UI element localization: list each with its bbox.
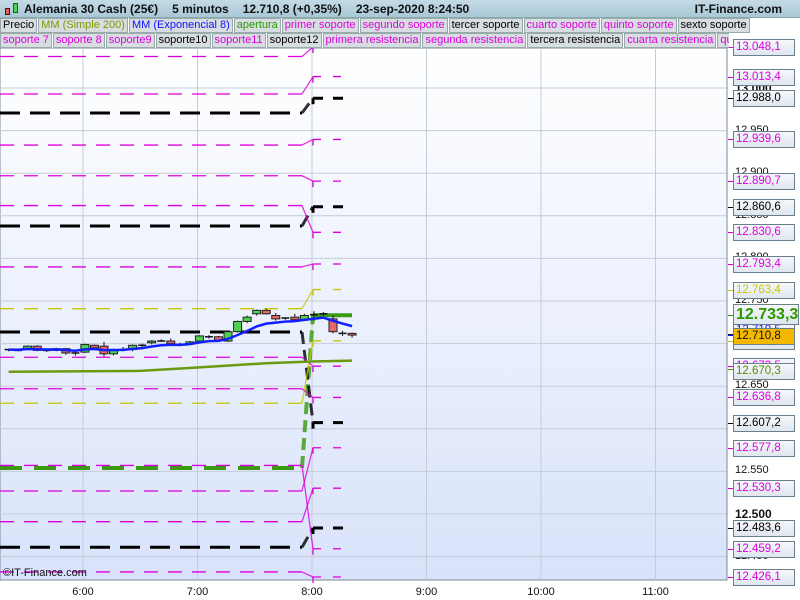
- price-level-label: 12.670,3: [733, 362, 795, 380]
- level-tick-mark: [728, 264, 733, 266]
- legend-item[interactable]: soporte 7: [0, 33, 52, 48]
- chart-header: Alemania 30 Cash (25€) 5 minutos 12.710,…: [0, 0, 800, 18]
- price-level-label: 13.013,4: [733, 68, 795, 86]
- price-tick: 12.500: [735, 507, 772, 521]
- level-tick-mark: [728, 488, 733, 490]
- price-level-label: 12.890,7: [733, 173, 795, 191]
- legend-item[interactable]: soporte 8: [52, 33, 105, 48]
- candle-body: [242, 316, 252, 322]
- time-tick: 8:00: [301, 586, 323, 598]
- price-level-label: 12.459,2: [733, 540, 795, 558]
- legend-item[interactable]: segundo soporte: [359, 18, 448, 33]
- site-name[interactable]: IT-Finance.com: [695, 2, 782, 16]
- legend-item[interactable]: tercera resistencia: [527, 33, 624, 48]
- level-tick-mark: [728, 397, 733, 399]
- time-tick: 9:00: [415, 586, 438, 598]
- candle-body: [233, 320, 243, 333]
- legend-row-2: soporte 7 soporte 8 soporte9 soporte10 sopor…: [0, 33, 729, 48]
- price-level-label: 13.048,1: [733, 39, 795, 57]
- legend-item[interactable]: soporte12: [266, 33, 322, 48]
- copyright: ©IT-Finance.com: [3, 567, 87, 579]
- legend-item[interactable]: sexto soporte: [677, 18, 750, 33]
- legend-row-1: Precio MM (Simple 200) MM (Exponencial 8) a…: [0, 18, 751, 33]
- level-tick-mark: [728, 447, 733, 449]
- time-tick: 6:00: [72, 586, 94, 598]
- time-tick: 10:00: [527, 586, 555, 598]
- level-tick-mark: [728, 289, 733, 291]
- instrument-name: Alemania 30 Cash (25€): [24, 1, 159, 16]
- legend-item[interactable]: primer soporte: [281, 18, 359, 33]
- level-tick-mark: [728, 206, 733, 208]
- level-tick-mark: [728, 422, 733, 424]
- candlestick-icon: [2, 0, 24, 18]
- time-tick: 7:00: [186, 586, 209, 598]
- candle-body: [271, 314, 281, 320]
- legend-item[interactable]: quinto soporte: [600, 18, 677, 33]
- price-level-label: 12.793,4: [733, 256, 795, 274]
- candle-body: [89, 344, 99, 349]
- price-level-label: 12.710,8: [733, 328, 795, 346]
- legend-item[interactable]: quinta resistencia: [717, 33, 729, 48]
- level-tick-mark: [728, 181, 733, 183]
- timeframe[interactable]: 5 minutos: [172, 2, 229, 16]
- level-tick-mark: [728, 368, 733, 370]
- legend-item[interactable]: soporte10: [155, 33, 211, 48]
- price-level-label: 12.636,8: [733, 389, 795, 407]
- level-tick-mark: [728, 315, 733, 317]
- price-chart[interactable]: [0, 0, 800, 600]
- legend-item[interactable]: cuarta resistencia: [624, 33, 717, 48]
- level-tick-mark: [728, 98, 733, 100]
- price-level-label: 12.577,8: [733, 439, 795, 457]
- candle-body: [147, 340, 157, 344]
- price-level-label: 12.530,3: [733, 480, 795, 498]
- price-level-label: 12.607,2: [733, 414, 795, 432]
- price-level-label: 12.426,1: [733, 568, 795, 586]
- candle-body: [290, 316, 300, 321]
- level-tick-mark: [728, 139, 733, 141]
- level-tick-mark: [728, 548, 733, 550]
- legend-item[interactable]: primera resistencia: [322, 33, 422, 48]
- level-tick-mark: [728, 232, 733, 234]
- current-price: 12.710,8 (+0,35%): [242, 1, 342, 16]
- legend-item[interactable]: soporte11: [211, 33, 266, 48]
- price-level-label: 12.939,6: [733, 131, 795, 149]
- legend-item[interactable]: MM (Simple 200): [38, 18, 128, 33]
- candle-body: [252, 309, 262, 315]
- time-tick: 11:00: [642, 586, 669, 598]
- legend-item[interactable]: Precio: [0, 18, 38, 33]
- candle-body: [347, 332, 357, 336]
- legend-item[interactable]: apertura: [233, 18, 281, 33]
- candle-body: [194, 335, 204, 342]
- level-tick-mark: [728, 334, 733, 336]
- price-tick: 12.550: [735, 464, 769, 477]
- legend-item[interactable]: MM (Exponencial 8): [128, 18, 233, 33]
- legend-item[interactable]: soporte9: [105, 33, 155, 48]
- price-level-label: 12.860,6: [733, 198, 795, 216]
- plot-area: [0, 47, 728, 581]
- candle-body: [166, 340, 176, 345]
- level-tick-mark: [728, 576, 733, 578]
- datetime: 23-sep-2020 8:24:50: [355, 1, 470, 16]
- price-level-label: 12.733,3: [733, 304, 799, 326]
- price-level-label: 12.830,6: [733, 224, 795, 242]
- price-level-label: 12.988,0: [733, 90, 795, 108]
- legend-item[interactable]: segunda resistencia: [422, 33, 527, 48]
- legend-item[interactable]: tercer soporte: [448, 18, 523, 33]
- price-level-label: 12.483,6: [733, 519, 795, 537]
- level-tick-mark: [728, 76, 733, 78]
- legend-item[interactable]: cuarto soporte: [523, 18, 600, 33]
- level-tick-mark: [728, 527, 733, 529]
- candle-body: [261, 309, 271, 315]
- price-level-label: 12.763,4: [733, 281, 795, 299]
